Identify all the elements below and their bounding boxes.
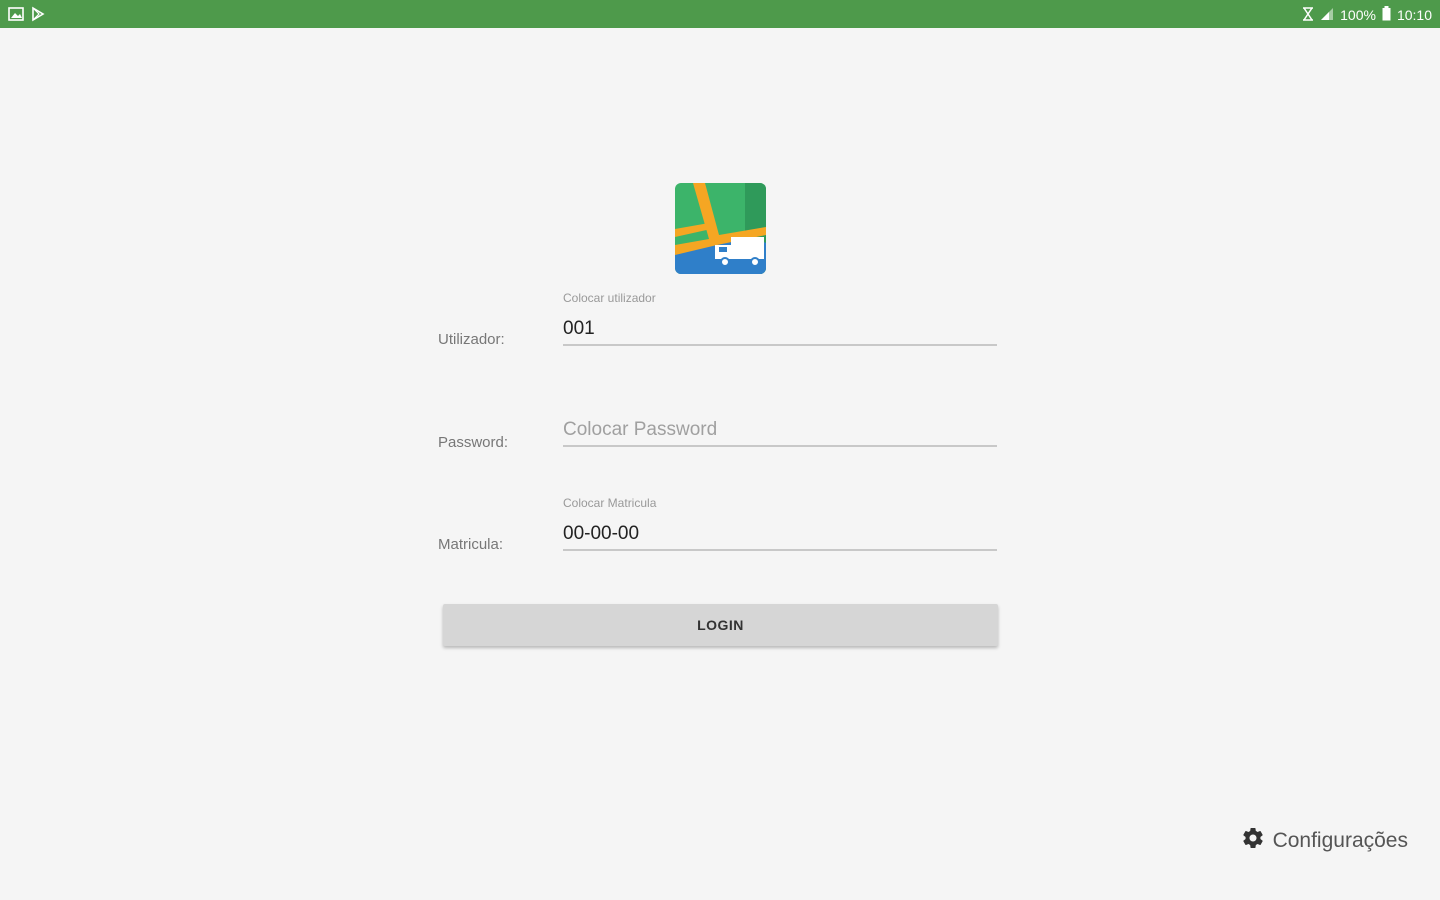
battery-icon xyxy=(1382,6,1391,24)
settings-link[interactable]: Configurações xyxy=(1241,826,1408,856)
gallery-icon xyxy=(8,6,24,25)
alarm-icon xyxy=(1302,6,1314,24)
user-float-label: Colocar utilizador xyxy=(563,291,656,305)
plate-label: Matricula: xyxy=(438,536,504,553)
login-button[interactable]: LOGIN xyxy=(443,604,998,646)
user-input[interactable] xyxy=(563,314,997,346)
plate-input[interactable] xyxy=(563,519,997,551)
status-left-icons xyxy=(8,6,46,25)
battery-percentage: 100% xyxy=(1340,7,1376,23)
status-right-area: 100% 10:10 xyxy=(1302,6,1432,24)
password-label: Password: xyxy=(438,434,509,451)
clock: 10:10 xyxy=(1396,7,1432,23)
status-bar: 100% 10:10 xyxy=(0,0,1440,28)
user-label: Utilizador: xyxy=(438,331,505,348)
gear-icon xyxy=(1241,826,1265,856)
signal-icon xyxy=(1320,7,1334,24)
settings-label: Configurações xyxy=(1272,829,1408,852)
play-store-icon xyxy=(30,6,46,25)
plate-float-label: Colocar Matricula xyxy=(563,496,657,510)
password-input[interactable] xyxy=(563,415,997,447)
app-logo xyxy=(675,183,766,274)
